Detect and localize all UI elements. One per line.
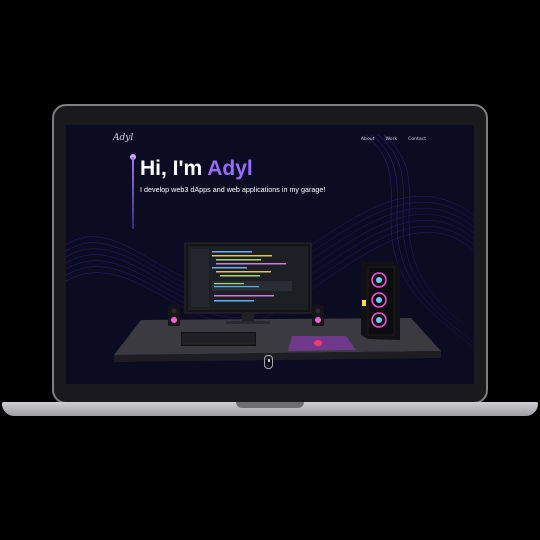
desk-setup-illustration [114,242,441,362]
laptop-notch [236,402,304,408]
website-screen: Adyl About Work Contact Hi, I'm Adyl I d… [66,125,474,384]
mouse [314,340,322,346]
mouse-scroll-icon[interactable] [264,355,273,369]
mousepad [288,336,356,351]
